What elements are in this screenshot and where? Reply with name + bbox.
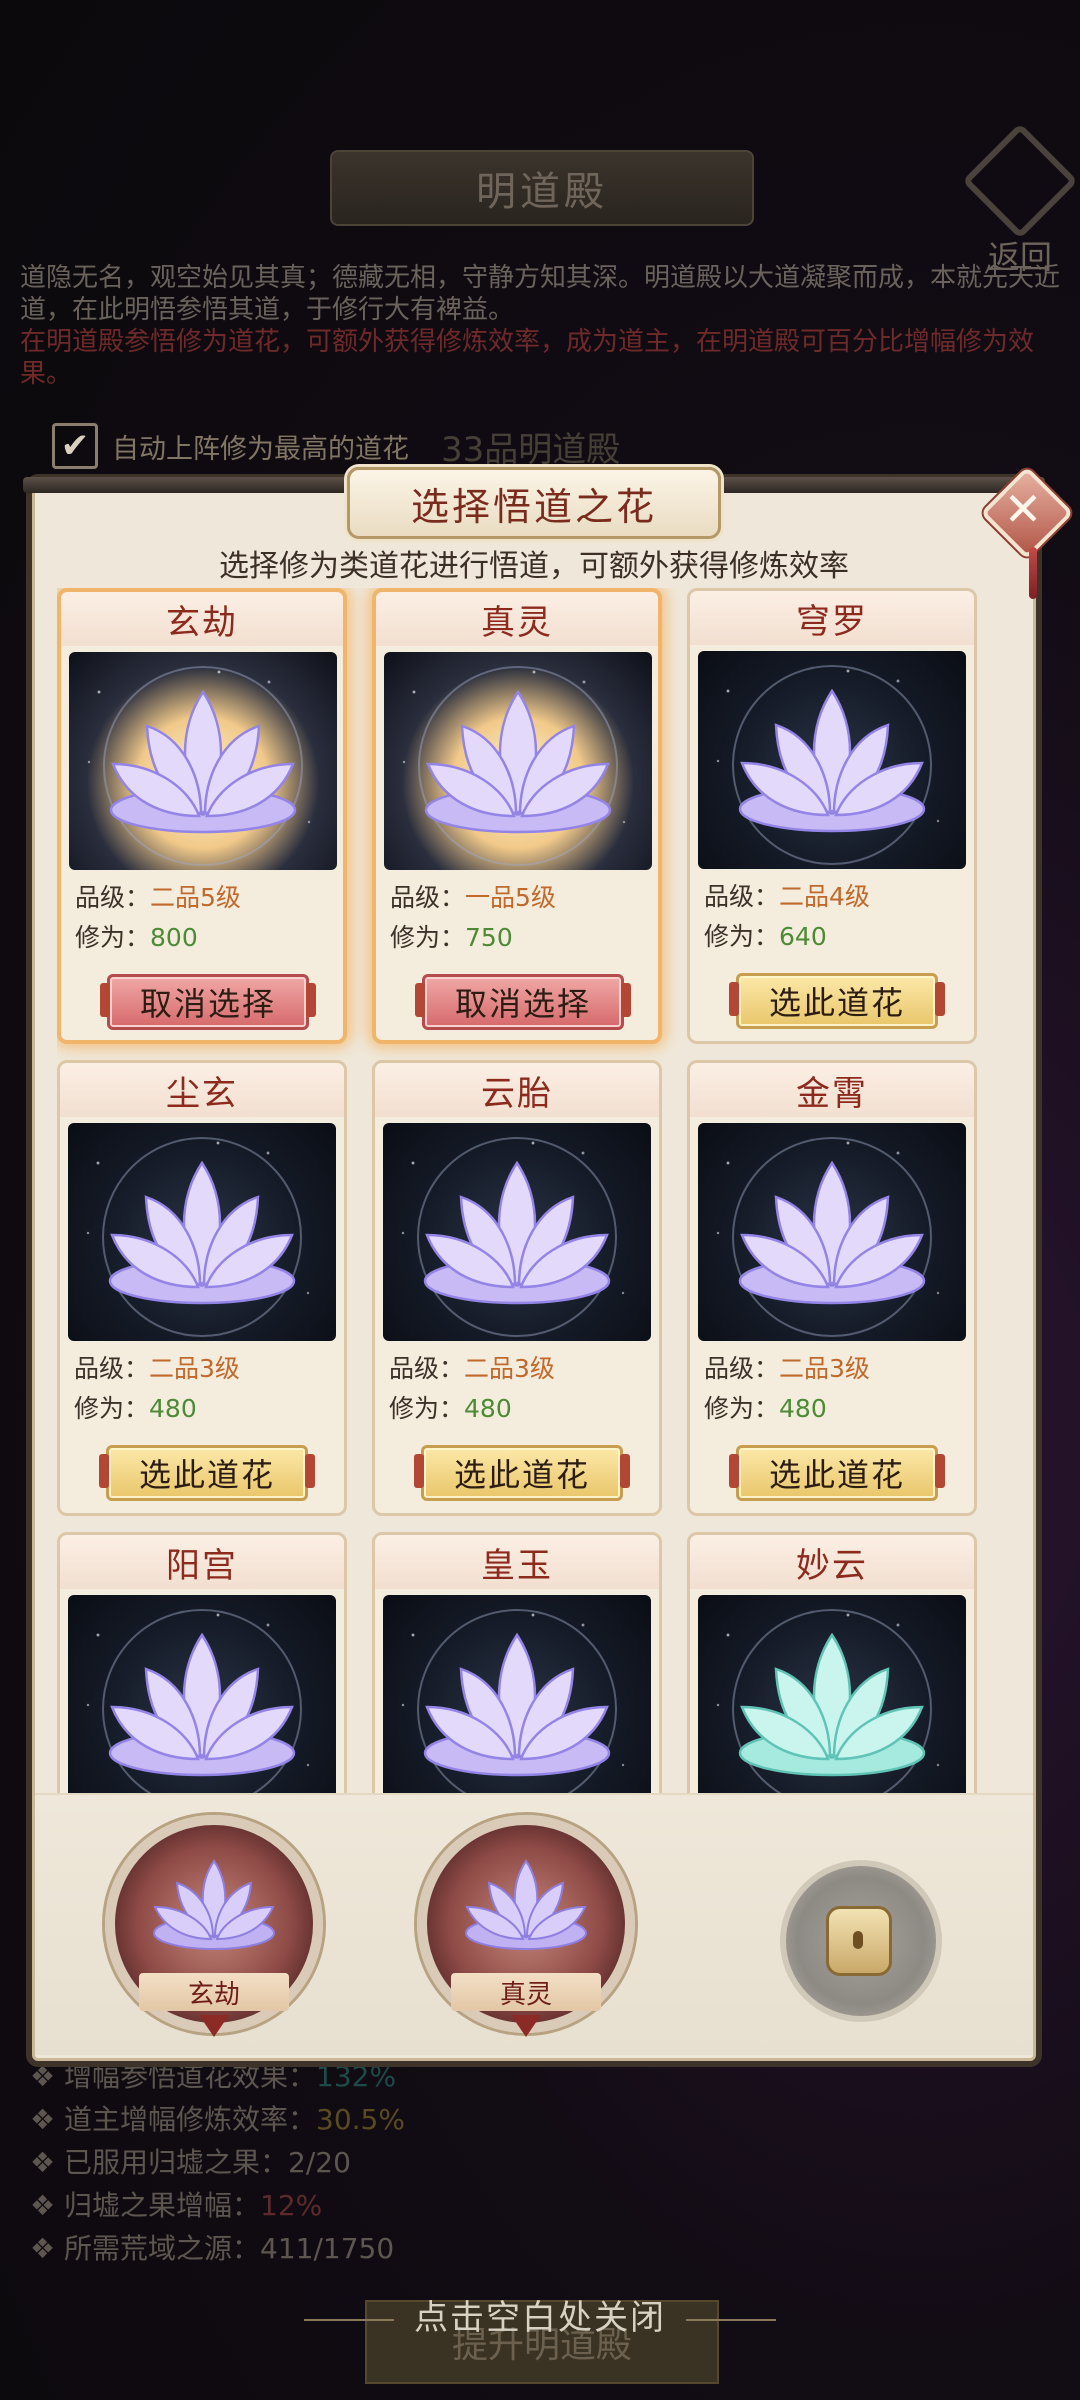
flower-grade: 品级：二品3级 bbox=[74, 1354, 240, 1383]
lotus-icon bbox=[108, 1160, 296, 1305]
auto-deploy-row: ✔ 自动上阵修为最高的道花 33品明道殿 bbox=[52, 423, 621, 470]
flower-card[interactable]: 妙云 bbox=[687, 1532, 977, 1793]
select-flower-modal: 选择悟道之花 ✕ 选择修为类道花进行悟道，可额外获得修炼效率 玄劫 品级：二品5级… bbox=[23, 466, 1074, 2061]
auto-deploy-label: 自动上阵修为最高的道花 bbox=[112, 433, 409, 465]
stat-row: ❖ 归墟之果增幅：12% bbox=[30, 2189, 323, 2222]
flower-art bbox=[383, 1595, 651, 1793]
lotus-icon bbox=[424, 689, 612, 834]
flower-name: 尘玄 bbox=[60, 1063, 344, 1117]
back-button[interactable]: 返回 bbox=[962, 123, 1078, 276]
flower-cultivation: 修为：800 bbox=[75, 923, 198, 952]
flower-cultivation: 修为：750 bbox=[390, 923, 513, 952]
flower-art bbox=[383, 1123, 651, 1341]
flower-name: 玄劫 bbox=[61, 592, 343, 646]
flower-card[interactable]: 云胎品级：二品3级 修为：480 选此道花 bbox=[372, 1060, 662, 1516]
flower-name: 云胎 bbox=[375, 1063, 659, 1117]
lotus-icon bbox=[738, 1160, 926, 1305]
flower-art bbox=[69, 652, 337, 870]
flower-grade: 品级：二品3级 bbox=[704, 1354, 870, 1383]
flower-card[interactable]: 皇玉 bbox=[372, 1532, 662, 1793]
lotus-icon bbox=[465, 1859, 587, 1950]
selected-slot[interactable]: 玄劫 bbox=[105, 1815, 323, 2037]
flower-card[interactable]: 真灵品级：一品5级 修为：750 取消选择 bbox=[372, 588, 662, 1044]
checkmark-icon: ✔ bbox=[60, 426, 90, 466]
flower-art bbox=[698, 651, 966, 869]
flower-name: 阳宫 bbox=[60, 1535, 344, 1589]
stat-row: ❖ 增幅参悟道花效果：132% bbox=[30, 2060, 397, 2093]
locked-slot[interactable] bbox=[780, 1860, 942, 2022]
flower-name: 妙云 bbox=[690, 1535, 974, 1589]
lotus-icon bbox=[423, 1160, 611, 1305]
selected-tray: 玄劫 真灵 bbox=[35, 1793, 1033, 2055]
cancel-select-button[interactable]: 取消选择 bbox=[100, 974, 316, 1030]
flower-card[interactable]: 玄劫品级：二品5级 修为：800 取消选择 bbox=[57, 588, 347, 1044]
flower-art bbox=[384, 652, 652, 870]
select-flower-button[interactable]: 选此道花 bbox=[414, 1445, 630, 1501]
hall-stats: ❖ 增幅参悟道花效果：132% ❖ 道主增幅修炼效率：30.5% ❖ 已服用归墟… bbox=[30, 2055, 405, 2270]
stat-row: ❖ 道主增幅修炼效率：30.5% bbox=[30, 2103, 405, 2136]
flower-art bbox=[698, 1123, 966, 1341]
lotus-icon bbox=[423, 1632, 611, 1777]
modal-title: 选择悟道之花 bbox=[347, 467, 721, 539]
lotus-icon bbox=[108, 1632, 296, 1777]
lotus-icon bbox=[153, 1859, 275, 1950]
flower-name: 皇玉 bbox=[375, 1535, 659, 1589]
slot-label: 玄劫 bbox=[139, 1973, 289, 2011]
lotus-icon bbox=[738, 688, 926, 833]
description-highlight: 在明道殿参悟修为道花，可额外获得修炼效率，成为道主，在明道殿可百分比增幅修为效果… bbox=[20, 327, 1035, 389]
flower-cultivation: 修为：480 bbox=[389, 1394, 512, 1423]
auto-deploy-checkbox[interactable]: ✔ bbox=[52, 423, 98, 469]
close-button[interactable]: ✕ bbox=[980, 466, 1074, 599]
flower-card[interactable]: 穹罗品级：二品4级 修为：640 选此道花 bbox=[687, 588, 977, 1044]
page-title: 明道殿 bbox=[330, 150, 754, 226]
description-text: 道隐无名，观空始见其真；德藏无相，守静方知其深。明道殿以大道凝聚而成，本就先天近… bbox=[20, 263, 1061, 325]
flower-art bbox=[68, 1595, 336, 1793]
modal-subtitle: 选择修为类道花进行悟道，可额外获得修炼效率 bbox=[219, 549, 849, 584]
lotus-icon bbox=[738, 1632, 926, 1777]
flower-card[interactable]: 金霄品级：二品3级 修为：480 选此道花 bbox=[687, 1060, 977, 1516]
cancel-select-button[interactable]: 取消选择 bbox=[415, 974, 631, 1030]
flower-cultivation: 修为：480 bbox=[74, 1394, 197, 1423]
select-flower-button[interactable]: 选此道花 bbox=[99, 1445, 315, 1501]
select-flower-button[interactable]: 选此道花 bbox=[729, 973, 945, 1029]
slot-label: 真灵 bbox=[451, 1973, 601, 2011]
hall-grade: 33品明道殿 bbox=[441, 429, 621, 470]
flower-name: 穹罗 bbox=[690, 591, 974, 645]
flower-grade: 品级：二品5级 bbox=[75, 883, 241, 912]
stat-row: ❖ 所需荒域之源：411/1750 bbox=[30, 2232, 395, 2265]
flower-grade: 品级：一品5级 bbox=[390, 883, 556, 912]
flower-name: 金霄 bbox=[690, 1063, 974, 1117]
flower-grid[interactable]: 玄劫 品级：二品5级 修为：800 取消选择 真灵 品级：一品5级 修为：750 取消选择 穹罗… bbox=[57, 588, 1011, 1793]
flower-art bbox=[698, 1595, 966, 1793]
flower-grade: 品级：二品4级 bbox=[704, 882, 870, 911]
lock-icon bbox=[826, 1906, 892, 1976]
close-hint[interactable]: 点击空白处关闭 bbox=[0, 2290, 1080, 2339]
hall-description: 道隐无名，观空始见其真；德藏无相，守静方知其深。明道殿以大道凝聚而成，本就先天近… bbox=[20, 262, 1060, 390]
stat-row: ❖ 已服用归墟之果：2/20 bbox=[30, 2146, 351, 2179]
flower-grade: 品级：二品3级 bbox=[389, 1354, 555, 1383]
flower-card[interactable]: 阳宫 bbox=[57, 1532, 347, 1793]
select-flower-button[interactable]: 选此道花 bbox=[729, 1445, 945, 1501]
flower-cultivation: 修为：640 bbox=[704, 922, 827, 951]
flower-name: 真灵 bbox=[376, 592, 658, 646]
flower-card[interactable]: 尘玄品级：二品3级 修为：480 选此道花 bbox=[57, 1060, 347, 1516]
flower-art bbox=[68, 1123, 336, 1341]
flower-cultivation: 修为：480 bbox=[704, 1394, 827, 1423]
close-icon: ✕ bbox=[1003, 482, 1043, 536]
selected-slot[interactable]: 真灵 bbox=[417, 1815, 635, 2037]
back-icon bbox=[962, 123, 1078, 239]
lotus-icon bbox=[109, 689, 297, 834]
